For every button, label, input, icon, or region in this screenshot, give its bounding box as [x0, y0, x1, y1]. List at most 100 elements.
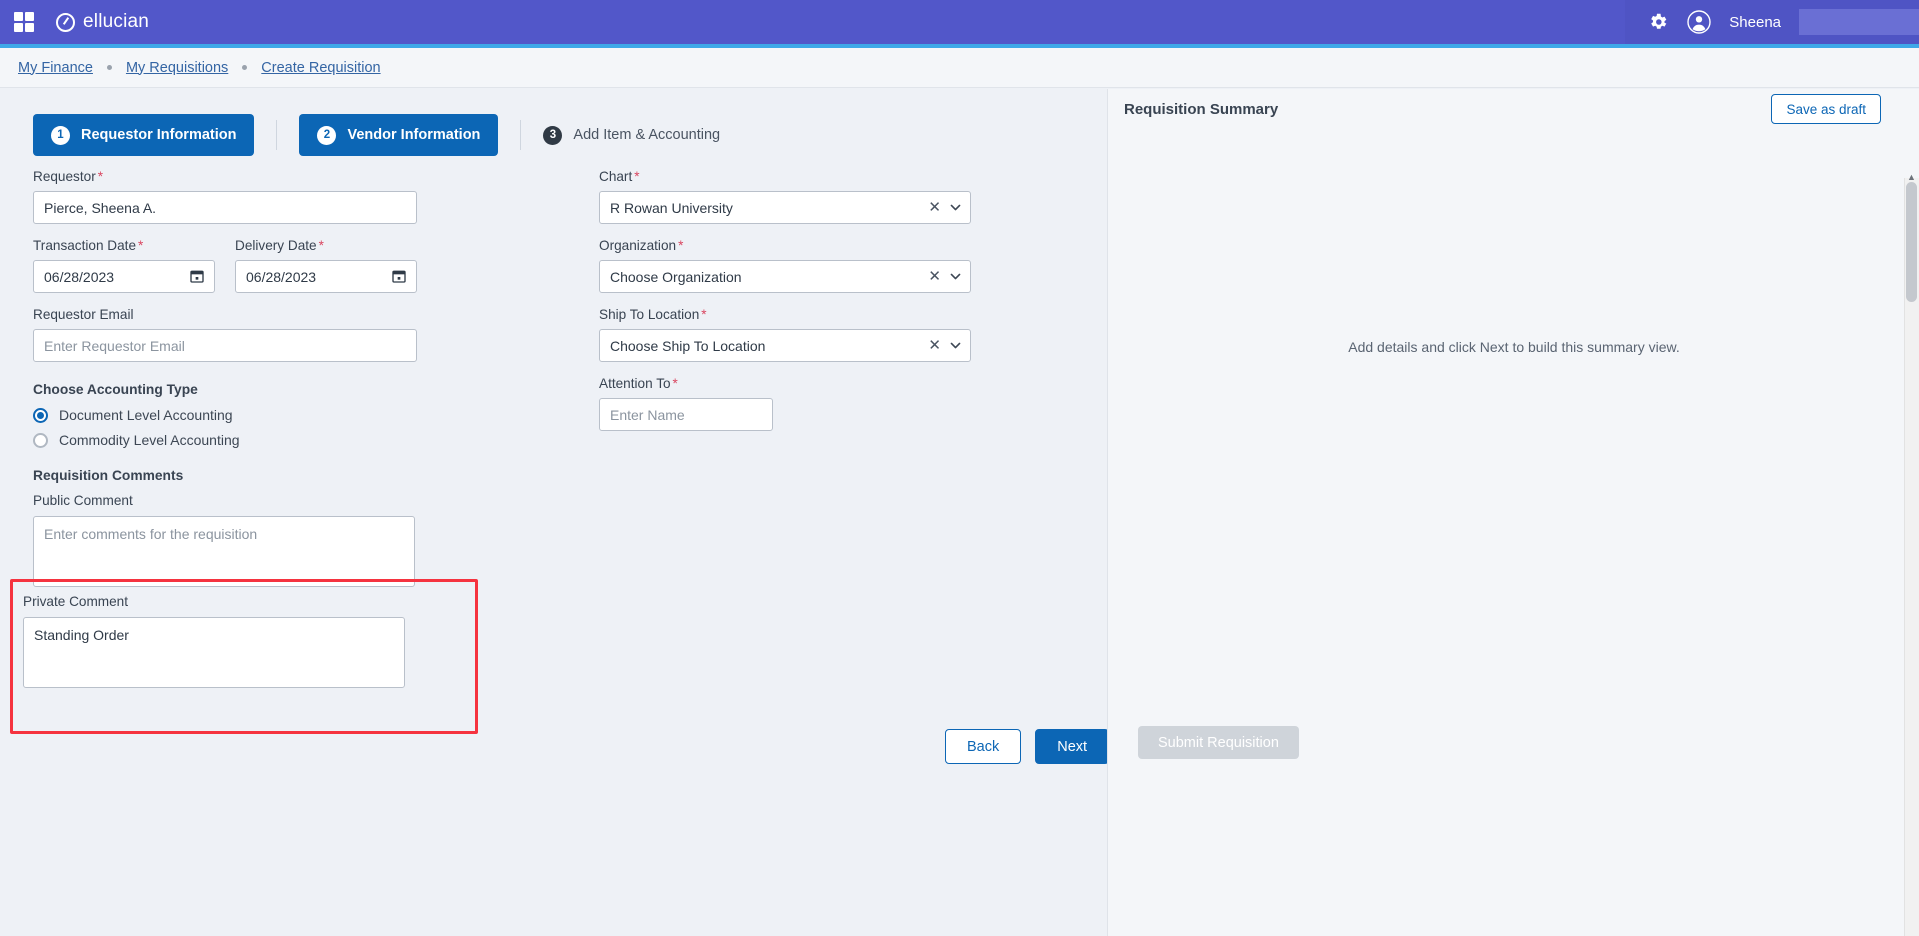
label-attention-to: Attention To *	[599, 376, 1099, 391]
label-requestor-text: Requestor	[33, 169, 96, 184]
field-organization: Organization * Choose Organization ✕	[599, 238, 1099, 293]
label-requestor: Requestor *	[33, 169, 553, 184]
label-private-comment: Private Comment	[23, 594, 129, 609]
top-navigation-bar: ellucian Sheena	[0, 0, 1919, 44]
breadcrumb-item-my-requisitions[interactable]: My Requisitions	[126, 60, 228, 76]
required-marker: *	[678, 238, 684, 253]
label-chart: Chart *	[599, 169, 1099, 184]
breadcrumb-separator-icon	[106, 65, 112, 70]
page-scrollbar[interactable]: ▲ ▼	[1904, 172, 1919, 936]
step-number-1: 1	[51, 125, 70, 145]
label-ship-to-location-text: Ship To Location	[599, 307, 700, 322]
label-ship-to-location: Ship To Location *	[599, 307, 1099, 322]
date-fields-row: Transaction Date* Delivery Date*	[33, 238, 553, 307]
field-transaction-date: Transaction Date *	[33, 238, 215, 293]
main-content: 1 Requestor Information 2 Vendor Informa…	[0, 89, 1919, 936]
summary-empty-message: Add details and click Next to build this…	[1348, 339, 1680, 355]
top-bar-right-group: Sheena	[1625, 0, 1919, 44]
field-private-comment: Private Comment Standing Order	[23, 594, 405, 693]
submit-requisition-button: Submit Requisition	[1138, 726, 1299, 759]
form-left-column: Requestor* Transaction Date*	[33, 169, 553, 606]
field-requestor: Requestor *	[33, 169, 553, 224]
grid-apps-icon[interactable]	[14, 12, 34, 32]
radio-button-commodity-level[interactable]	[33, 432, 48, 448]
delivery-date-input[interactable]	[235, 260, 417, 293]
label-delivery-date: Delivery Date *	[235, 238, 417, 253]
form-right-column: Chart * R Rowan University ✕ Organization…	[599, 169, 1099, 445]
private-comment-textarea[interactable]: Standing Order	[23, 617, 405, 688]
calendar-icon[interactable]	[391, 268, 407, 284]
field-requestor-email: Requestor Email	[33, 307, 553, 362]
chevron-down-icon[interactable]	[949, 201, 962, 214]
breadcrumb: My Finance My Requisitions Create Requis…	[0, 48, 1919, 88]
requestor-input[interactable]	[33, 191, 417, 224]
label-transaction-date-text: Transaction Date	[33, 238, 137, 253]
back-button[interactable]: Back	[945, 729, 1022, 764]
next-button[interactable]: Next	[1035, 729, 1110, 764]
step-label-vendor-information: Vendor Information	[347, 127, 481, 143]
breadcrumb-item-create-requisition[interactable]: Create Requisition	[261, 60, 380, 76]
step-vendor-information[interactable]: 2 Vendor Information	[299, 114, 499, 156]
step-requestor-information[interactable]: 1 Requestor Information	[33, 114, 255, 156]
label-attention-to-text: Attention To	[599, 376, 671, 391]
radio-label-document-level[interactable]: Document Level Accounting	[59, 407, 233, 423]
field-ship-to-location: Ship To Location * Choose Ship To Locatio…	[599, 307, 1099, 362]
field-accounting-type: Choose Accounting Type Document Level Ac…	[33, 382, 553, 448]
application-window: ellucian Sheena My Finance My Requisitio…	[0, 0, 1919, 936]
brand-name: ellucian	[83, 11, 150, 32]
label-organization: Organization *	[599, 238, 1099, 253]
label-requestor-email: Requestor Email	[33, 307, 134, 322]
required-marker: *	[634, 169, 640, 184]
required-marker: *	[672, 376, 678, 391]
gear-icon[interactable]	[1647, 11, 1669, 33]
attention-to-input[interactable]	[599, 398, 773, 431]
step-number-3: 3	[543, 125, 563, 145]
step-label-requestor-information: Requestor Information	[81, 127, 237, 143]
required-marker: *	[97, 169, 104, 184]
user-avatar-icon[interactable]	[1687, 10, 1711, 34]
requisition-summary-panel: Requisition Summary Save as draft Add de…	[1107, 89, 1919, 936]
ellucian-mark-icon	[56, 12, 75, 32]
field-chart: Chart * R Rowan University ✕	[599, 169, 1099, 224]
clear-x-icon[interactable]: ✕	[928, 338, 941, 353]
scrollbar-thumb[interactable]	[1906, 182, 1917, 302]
chart-select[interactable]: R Rowan University ✕	[599, 191, 971, 224]
chevron-down-icon[interactable]	[949, 270, 962, 283]
save-as-draft-button[interactable]: Save as draft	[1771, 94, 1881, 124]
required-marker: *	[701, 307, 707, 322]
transaction-date-wrapper	[33, 260, 215, 293]
field-public-comment: Public Comment	[33, 493, 553, 592]
step-divider	[520, 120, 522, 150]
label-transaction-date: Transaction Date *	[33, 238, 215, 253]
radio-document-level-accounting[interactable]: Document Level Accounting	[33, 407, 553, 423]
requestor-email-input[interactable]	[33, 329, 417, 362]
field-attention-to: Attention To *	[599, 376, 1099, 431]
delivery-date-wrapper	[235, 260, 417, 293]
step-number-2: 2	[317, 125, 337, 145]
radio-button-document-level[interactable]	[33, 407, 48, 423]
label-delivery-date-text: Delivery Date	[235, 238, 317, 253]
radio-label-commodity-level[interactable]: Commodity Level Accounting	[59, 432, 240, 448]
radio-commodity-level-accounting[interactable]: Commodity Level Accounting	[33, 432, 553, 448]
step-divider	[276, 120, 278, 150]
organization-select-value: Choose Organization	[610, 268, 742, 285]
breadcrumb-item-my-finance[interactable]: My Finance	[18, 60, 93, 76]
user-name-redacted-block	[1799, 9, 1919, 35]
step-add-item-accounting[interactable]: 3 Add Item & Accounting	[543, 125, 720, 145]
chevron-down-icon[interactable]	[949, 339, 962, 352]
organization-select[interactable]: Choose Organization ✕	[599, 260, 971, 293]
label-organization-text: Organization	[599, 238, 677, 253]
step-wizard: 1 Requestor Information 2 Vendor Informa…	[33, 114, 720, 156]
clear-x-icon[interactable]: ✕	[928, 269, 941, 284]
transaction-date-input[interactable]	[33, 260, 215, 293]
user-name-label: Sheena	[1729, 13, 1781, 31]
brand-logo[interactable]: ellucian	[56, 11, 149, 33]
public-comment-textarea[interactable]	[33, 516, 415, 587]
breadcrumb-separator-icon	[242, 65, 248, 70]
chart-select-value: R Rowan University	[610, 199, 733, 216]
heading-requisition-comments: Requisition Comments	[33, 468, 184, 483]
clear-x-icon[interactable]: ✕	[928, 200, 941, 215]
required-marker: *	[138, 238, 144, 253]
calendar-icon[interactable]	[189, 268, 205, 284]
ship-to-location-select[interactable]: Choose Ship To Location ✕	[599, 329, 971, 362]
